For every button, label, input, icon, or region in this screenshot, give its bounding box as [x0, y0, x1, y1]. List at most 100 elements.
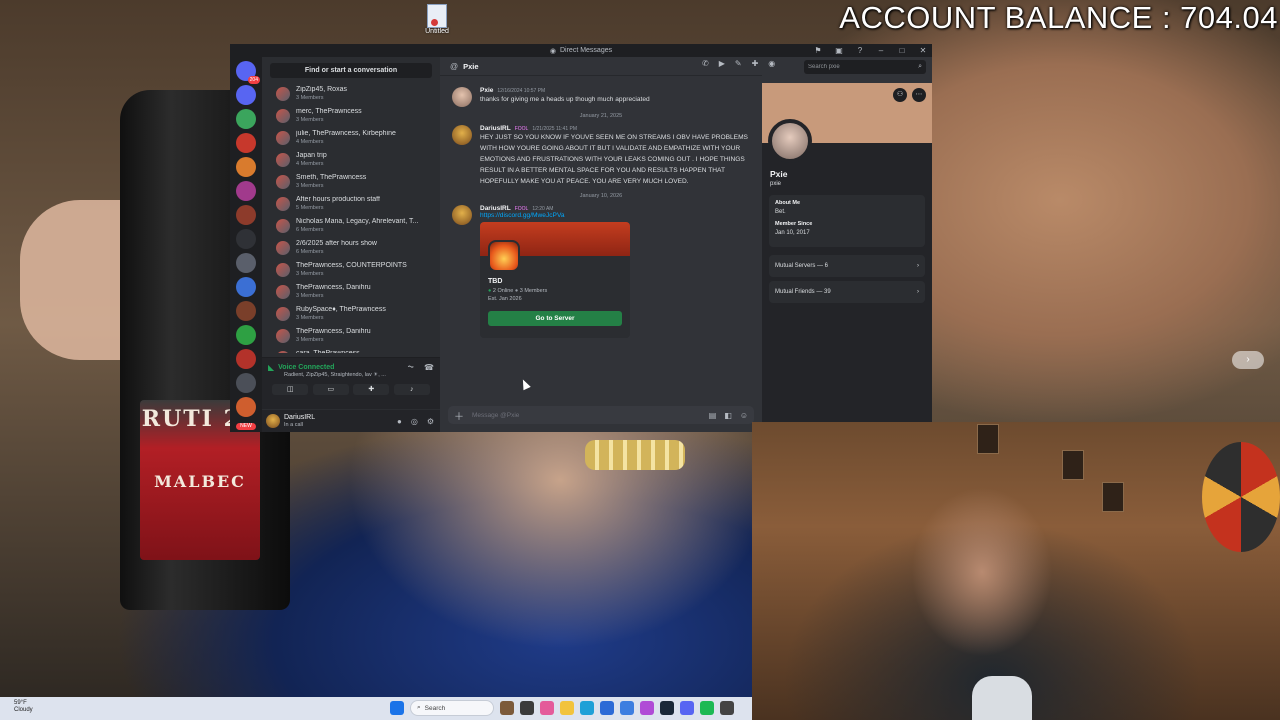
server-icon[interactable] — [236, 325, 256, 345]
message-time: 12:20 AM — [532, 205, 554, 212]
taskbar-search[interactable]: ⌕ Search — [410, 700, 494, 716]
obs-icon[interactable] — [720, 701, 734, 715]
maximize-button[interactable]: □ — [897, 46, 907, 55]
discord-window: ◉ Direct Messages ⚑ ▣ ? – □ ✕ 204 NEW Fi… — [230, 44, 932, 432]
mutual-friends-row[interactable]: Mutual Friends — 39 › — [769, 281, 925, 303]
pin-icon[interactable]: ✎ — [735, 59, 742, 68]
more-options-icon[interactable]: ⋯ — [912, 88, 926, 102]
gif-icon[interactable]: ▤ — [709, 411, 717, 420]
server-icon[interactable] — [236, 181, 256, 201]
spotify-icon[interactable] — [700, 701, 714, 715]
avatar[interactable] — [266, 414, 280, 428]
dm-item[interactable]: ThePrawncess, Danihru 3 Members — [262, 281, 440, 303]
server-icon[interactable] — [236, 277, 256, 297]
avatar[interactable] — [452, 125, 472, 145]
server-icon[interactable] — [236, 253, 256, 273]
server-icon[interactable] — [236, 205, 256, 225]
date-separator: January 10, 2026 — [579, 193, 623, 199]
message-author[interactable]: DariusIRL — [480, 205, 511, 212]
avatar[interactable] — [452, 87, 472, 107]
next-arrow-button[interactable]: › — [1232, 351, 1264, 369]
sticker-icon[interactable]: ◧ — [724, 411, 732, 420]
server-icon[interactable] — [236, 349, 256, 369]
dm-item[interactable]: After hours production staff 5 Members — [262, 193, 440, 215]
about-label: About Me — [775, 200, 801, 206]
noise-suppression-icon[interactable]: ⏦ — [407, 362, 414, 372]
help-icon[interactable]: ? — [855, 46, 865, 55]
voice-connected-label[interactable]: Voice Connected — [278, 364, 334, 371]
avatar[interactable] — [768, 119, 812, 163]
home-button[interactable]: 204 — [236, 61, 260, 84]
search-input[interactable] — [808, 64, 919, 70]
dm-item[interactable]: Nicholas Mana, Legacy, Ahrelevant, T... 6… — [262, 215, 440, 237]
widgets-icon[interactable] — [520, 701, 534, 715]
dm-item[interactable]: merc, ThePrawncess 3 Members — [262, 105, 440, 127]
dm-item[interactable]: ThePrawncess, COUNTERPOINTS 3 Members — [262, 259, 440, 281]
app-icon[interactable] — [640, 701, 654, 715]
store-icon[interactable] — [600, 701, 614, 715]
steam-icon[interactable] — [660, 701, 674, 715]
go-to-server-button[interactable]: Go to Server — [488, 311, 622, 326]
wall-poster — [1062, 450, 1084, 480]
avatar[interactable] — [452, 205, 472, 225]
app-icon[interactable] — [540, 701, 554, 715]
avatar — [276, 351, 290, 353]
minimize-button[interactable]: – — [876, 46, 886, 55]
desktop-file-icon[interactable]: Untitled — [420, 4, 454, 35]
screen-icon[interactable]: ▣ — [834, 46, 844, 55]
add-friend-icon[interactable]: ✚ — [752, 59, 759, 68]
video-icon[interactable]: ▶ — [719, 59, 725, 68]
discord-icon[interactable] — [680, 701, 694, 715]
dm-member-count: 3 Members — [296, 95, 324, 101]
dm-item[interactable]: ZipZip45, Roxas 3 Members — [262, 83, 440, 105]
call-icon[interactable]: ✆ — [702, 59, 709, 68]
soundboard-button[interactable]: ♪ — [393, 384, 430, 395]
server-icon[interactable] — [236, 109, 256, 129]
server-icon[interactable] — [236, 229, 256, 249]
server-icon[interactable] — [236, 373, 256, 393]
dm-item[interactable]: 2/6/2025 after hours show 6 Members — [262, 237, 440, 259]
dm-item[interactable]: Japan trip 4 Members — [262, 149, 440, 171]
plus-icon[interactable]: ＋ — [454, 408, 464, 423]
emoji-icon[interactable]: ☺ — [740, 411, 748, 420]
screenshare-button[interactable]: ▭ — [312, 384, 349, 395]
activities-button[interactable]: ✚ — [353, 384, 390, 395]
dm-item[interactable]: Smeth, ThePrawncess 3 Members — [262, 171, 440, 193]
avatar — [276, 109, 290, 123]
dm-item[interactable]: ThePrawncess, Danihru 3 Members — [262, 325, 440, 347]
server-icon[interactable] — [236, 157, 256, 177]
headphones-icon[interactable]: ◎ — [411, 417, 418, 426]
message-input[interactable] — [472, 411, 701, 419]
server-icon[interactable] — [236, 397, 256, 417]
edge-icon[interactable] — [580, 701, 594, 715]
search-icon[interactable]: ⌕ — [918, 63, 922, 71]
dm-item[interactable]: julie, ThePrawncess, Kirbephine 4 Members — [262, 127, 440, 149]
find-conversation-button[interactable]: Find or start a conversation — [270, 63, 432, 78]
close-button[interactable]: ✕ — [918, 46, 928, 55]
server-icon[interactable] — [236, 301, 256, 321]
file-explorer-icon[interactable] — [560, 701, 574, 715]
taskview-icon[interactable] — [500, 701, 514, 715]
gear-icon[interactable]: ⚙ — [427, 417, 434, 426]
microphone-icon[interactable]: ● — [397, 417, 402, 426]
avatar — [276, 175, 290, 189]
disconnect-icon[interactable]: ☎ — [424, 363, 434, 372]
dm-item[interactable]: cara, ThePrawncess3 Members — [262, 347, 440, 353]
server-icon[interactable] — [236, 85, 256, 105]
profile-toggle-icon[interactable]: ◉ — [768, 59, 775, 68]
dm-item[interactable]: RubySpace♦, ThePrawncess 3 Members — [262, 303, 440, 325]
app-icon[interactable] — [620, 701, 634, 715]
account-balance: ACCOUNT BALANCE : 704.04 — [839, 0, 1278, 35]
message-author[interactable]: Pxie — [480, 87, 493, 94]
server-icon[interactable] — [236, 133, 256, 153]
camera-button[interactable]: ◫ — [272, 384, 309, 395]
inbox-icon[interactable]: ⚑ — [813, 46, 823, 55]
add-friend-icon[interactable]: ⚇ — [893, 88, 907, 102]
avatar — [276, 329, 290, 343]
weather-widget[interactable]: 59°F Cloudy — [14, 700, 33, 714]
invite-link[interactable]: https://discord.gg/MweJcPVa — [480, 212, 754, 219]
start-icon[interactable] — [390, 701, 404, 715]
mutual-servers-row[interactable]: Mutual Servers — 6 › — [769, 255, 925, 277]
message-author[interactable]: DariusIRL — [480, 125, 511, 132]
microphone — [972, 676, 1032, 720]
